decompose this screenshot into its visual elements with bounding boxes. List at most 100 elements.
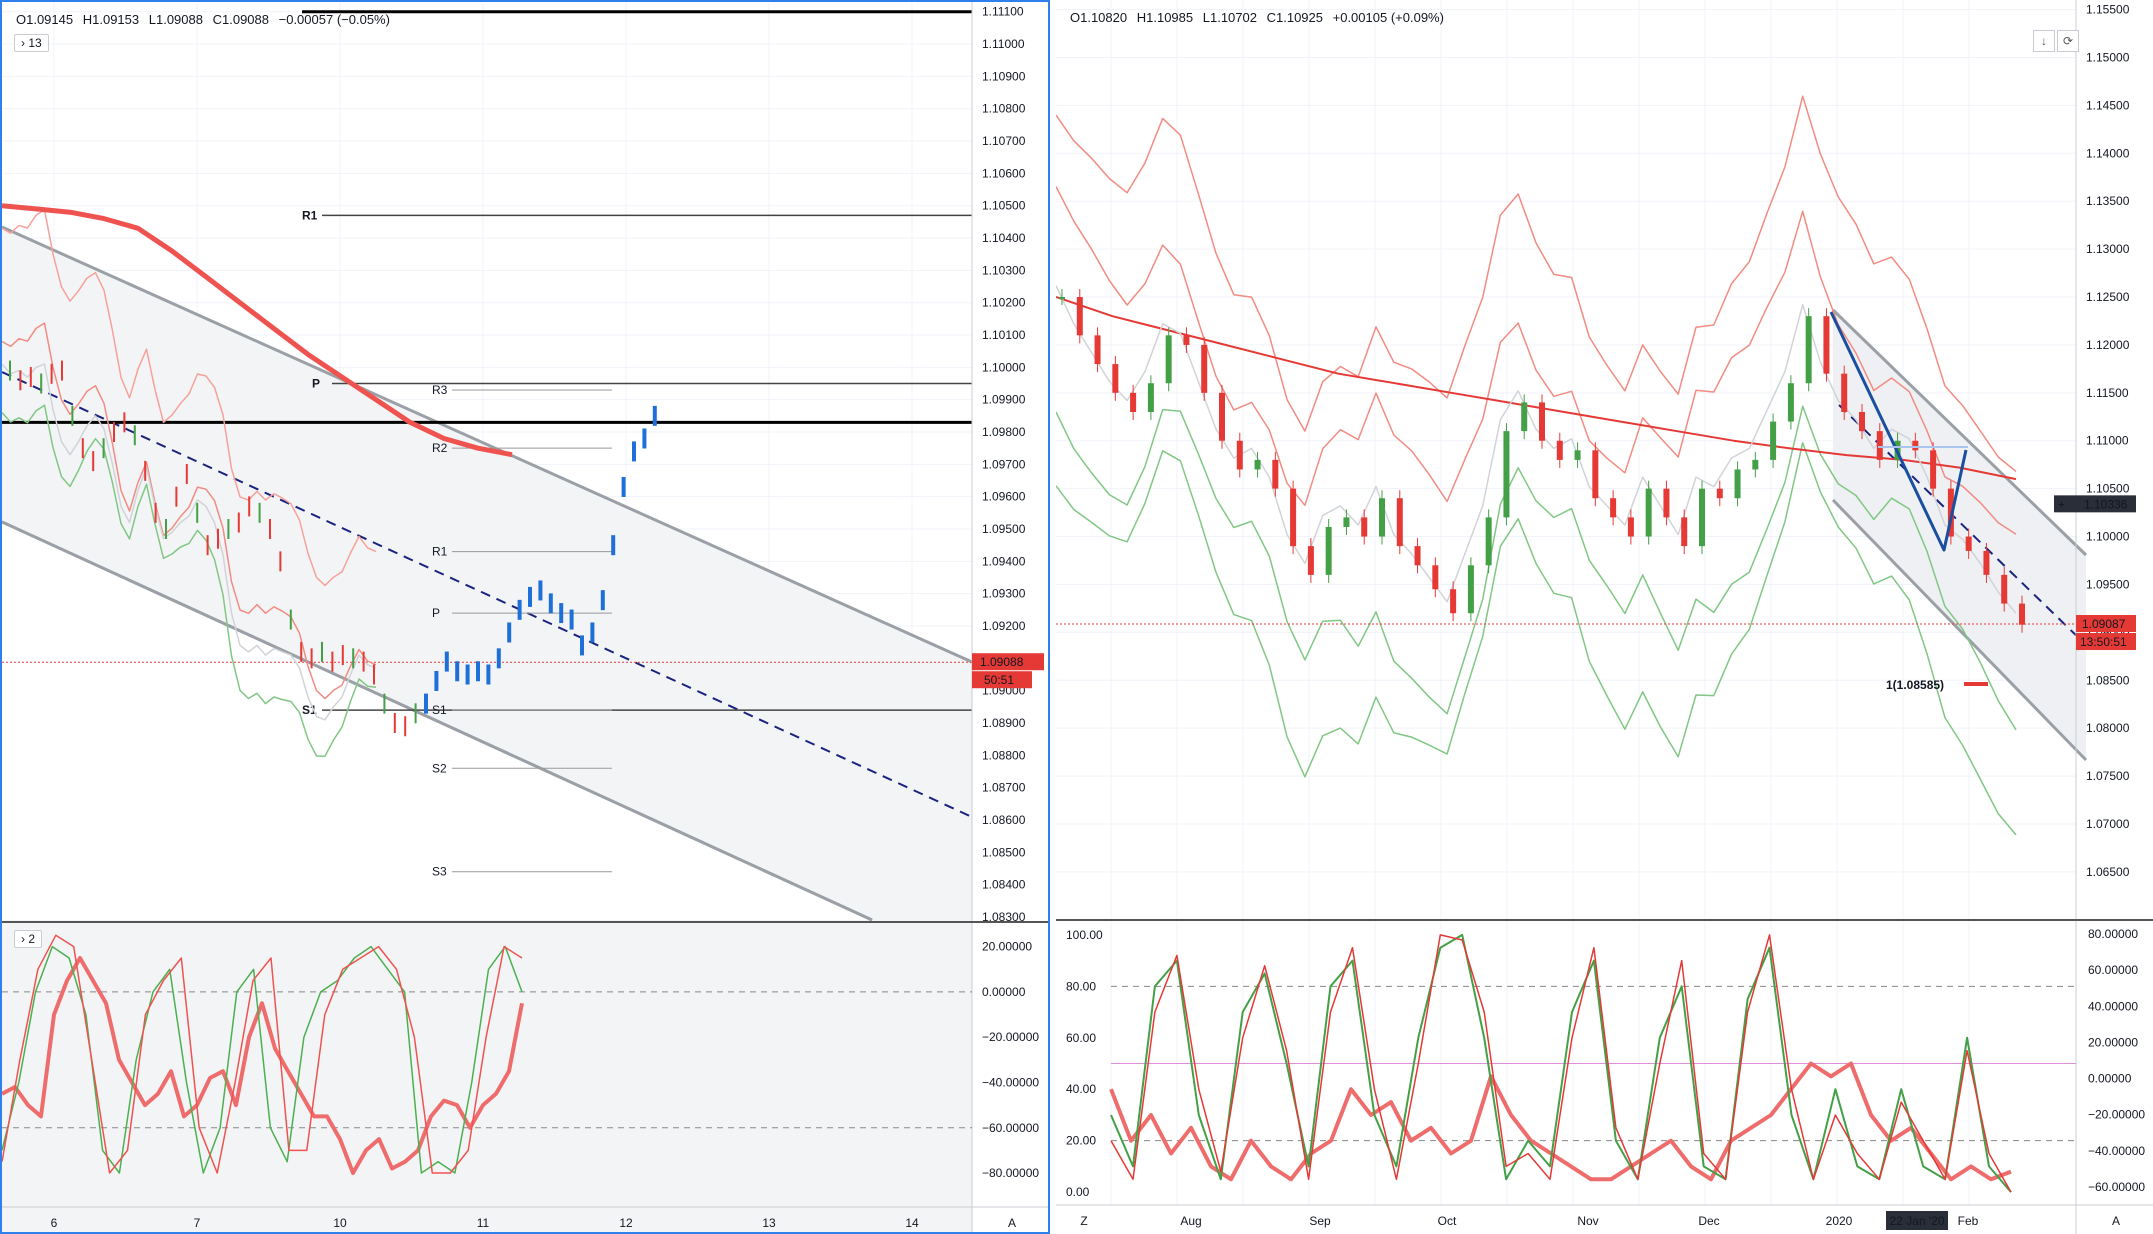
price-axis-tick: 1.10100 (982, 328, 1026, 342)
candle-body (1859, 411, 1865, 432)
price-axis-tick: 1.10400 (982, 231, 1026, 245)
price-axis-tick: 1.10600 (982, 166, 1026, 180)
last-price-tag-text: 1.09087 (2082, 617, 2126, 631)
pivot-label: R3 (432, 383, 448, 397)
high-value: H1.10985 (1136, 10, 1194, 25)
crosshair-tag-text: 1.10336 (2084, 497, 2128, 511)
candle-body (1983, 550, 1990, 575)
candle-body (1930, 450, 1937, 489)
auto-scale-button[interactable]: A (1008, 1216, 1016, 1230)
right-chart-canvas[interactable]: 1(1.08585) 1.15500 1.15000 1.14500 1.14000 1.… (1056, 0, 2153, 1234)
oscillator-axis-tick: −60.00000 (982, 1121, 1039, 1135)
price-axis-tick: 1.10700 (982, 134, 1026, 148)
candle-body (1183, 335, 1190, 345)
price-axis-tick: 1.10000 (2086, 530, 2130, 544)
oscillator-right-tick: 0.00000 (2088, 1072, 2132, 1086)
price-axis-tick: 1.14000 (2086, 146, 2130, 160)
time-axis-tick: Nov (1577, 1214, 1598, 1228)
oscillator-collapse-button[interactable]: › 2 (14, 930, 43, 948)
auto-scale-button[interactable]: A (2112, 1214, 2120, 1228)
low-value: L1.09088 (148, 12, 203, 27)
change-value: −0.00057 (−0.05%) (278, 12, 390, 27)
pivot-label: S3 (432, 865, 447, 879)
candle-body (1503, 431, 1510, 518)
time-axis-tick: Dec (1698, 1214, 1719, 1228)
oscillator-left-tick: 40.00 (1066, 1082, 1096, 1096)
candle-body (1699, 488, 1705, 547)
oscillator-right-tick: −60.00000 (2088, 1180, 2145, 1194)
left-chart-canvas[interactable]: R1 P R3 R2 R1 P S1 S1 S2 S3 1.11100 1.11000 1.10900 1… (2, 2, 1050, 1234)
low-value: L1.10702 (1202, 10, 1257, 25)
oscillator-axis-tick: −80.00000 (982, 1166, 1039, 1180)
pivot-label: P (432, 606, 440, 620)
price-axis-tick: 1.09500 (2086, 577, 2130, 591)
pivot-label: S2 (432, 761, 447, 775)
channel-fill (1833, 310, 2086, 760)
price-axis-tick: 1.08400 (982, 878, 1026, 892)
zoom-button[interactable]: Z (1080, 1214, 1087, 1228)
candle-body (1734, 469, 1741, 499)
price-axis-tick: 1.07000 (2086, 817, 2130, 831)
oscillator-left-tick: 0.00 (1066, 1185, 1090, 1199)
candle-body (1343, 517, 1350, 527)
right-chart-pane[interactable]: O1.10820 H1.10985 L1.10702 C1.10925 +0.0… (1056, 0, 2153, 1234)
pivot-label: S1 (302, 703, 317, 717)
candle-body (1165, 335, 1172, 384)
pivot-label: S1 (432, 703, 447, 717)
pivot-label: P (312, 377, 320, 391)
candle-body (1556, 440, 1563, 460)
time-axis-tick: 7 (194, 1216, 201, 1230)
price-axis-tick: 1.13500 (2086, 194, 2130, 208)
candle-body (1130, 392, 1137, 412)
oscillator-series (1109, 1061, 2012, 1182)
price-axis-tick: 1.07500 (2086, 769, 2130, 783)
price-axis-tick: 1.10500 (2086, 482, 2130, 496)
countdown-tag-text: 50:51 (984, 673, 1014, 687)
candle-body (1379, 498, 1385, 537)
price-axis-tick: 1.08500 (2086, 673, 2130, 687)
target-label: 1(1.08585) (1886, 678, 1944, 692)
collapse-indicators-button[interactable]: › 13 (14, 34, 49, 52)
price-axis-tick: 1.08000 (2086, 721, 2130, 735)
high-value: H1.09153 (82, 12, 140, 27)
price-axis-tick: 1.11000 (982, 37, 1025, 51)
candle-body (1716, 488, 1723, 499)
candle-body (1094, 335, 1101, 365)
candle-body (1574, 450, 1581, 460)
candle-body (1912, 440, 1919, 451)
candle-body (1645, 488, 1652, 537)
pivot-label: R1 (432, 545, 448, 559)
pivot-label: R2 (432, 441, 448, 455)
price-axis-tick: 1.10000 (982, 360, 1026, 374)
candle-body (1539, 402, 1545, 441)
candle-body (1219, 392, 1225, 441)
price-axis-tick: 1.10300 (982, 263, 1026, 277)
left-chart-pane[interactable]: O1.09145 H1.09153 L1.09088 C1.09088 −0.0… (0, 0, 1050, 1234)
candle-body (1290, 488, 1297, 547)
price-axis-tick: 1.09400 (982, 554, 1026, 568)
candle-body (1076, 297, 1083, 336)
oscillator-right-tick: 20.00000 (2088, 1035, 2138, 1049)
price-axis-tick: 1.06500 (2086, 865, 2130, 879)
candle-body (1236, 440, 1243, 470)
time-axis-tick: Sep (1309, 1214, 1331, 1228)
oscillator-right-tick: 80.00000 (2088, 927, 2138, 941)
candle-body (1112, 364, 1119, 393)
candle-body (1432, 565, 1439, 590)
time-axis-tick: 13 (762, 1216, 776, 1230)
oscillator-left-tick: 80.00 (1066, 979, 1096, 993)
refresh-icon[interactable]: ⟳ (2057, 30, 2079, 52)
chevron-right-icon: › (21, 932, 25, 946)
time-axis-tick: Feb (1958, 1214, 1979, 1228)
oscillator-axis-tick: −40.00000 (982, 1075, 1039, 1089)
candle-body (1521, 402, 1528, 432)
oscillator-right-tick: 40.00000 (2088, 999, 2138, 1013)
candle-body (1610, 498, 1617, 518)
scroll-down-icon[interactable]: ↓ (2033, 30, 2055, 52)
close-value: C1.10925 (1266, 10, 1323, 25)
candle-body (1805, 316, 1812, 384)
price-axis-tick: 1.14500 (2086, 98, 2130, 112)
candle-body (1361, 517, 1368, 537)
date-cursor-text: 22 Jan '20 (1889, 1214, 1944, 1228)
countdown-tag-text: 13:50:51 (2080, 635, 2127, 649)
